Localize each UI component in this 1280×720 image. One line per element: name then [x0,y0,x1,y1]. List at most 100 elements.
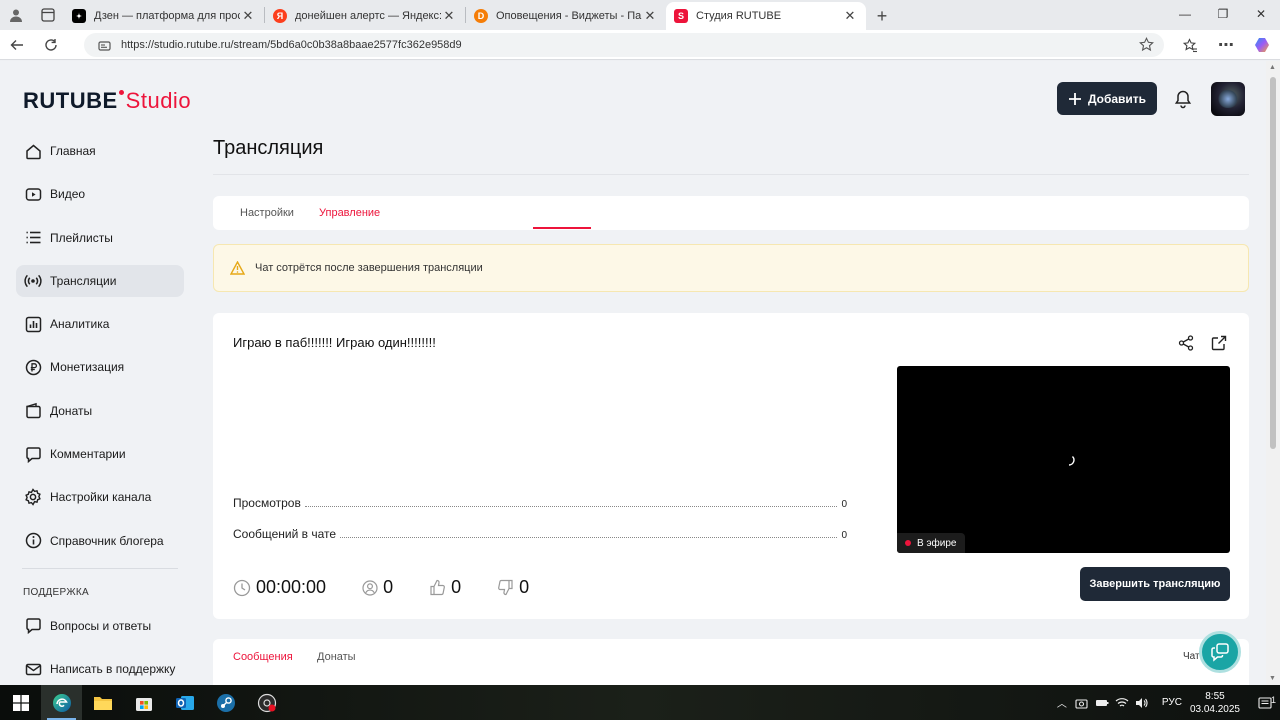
gear-icon [24,488,42,507]
tab-donations[interactable]: Донаты [317,651,356,663]
viewers-value: 0 [383,577,394,597]
window-controls: — ❐ ✕ [1166,0,1280,28]
browser-tab[interactable]: D Оповещения - Виджеты - Панель ✕ [466,2,666,30]
copilot-icon[interactable] [1244,30,1280,60]
notifications-bell-icon[interactable] [1173,89,1193,109]
camera-icon[interactable] [1072,697,1092,709]
chat-warning-banner: Чат сотрётся после завершения трансляции [213,244,1249,292]
sidebar-item-label: Трансляции [50,273,117,288]
sidebar-item-label: Аналитика [50,317,110,332]
sidebar-item-monetization[interactable]: Монетизация [16,351,184,383]
comment-icon [24,445,42,463]
sidebar-item-contact-support[interactable]: Написать в поддержку [16,653,184,685]
user-avatar[interactable] [1211,82,1245,116]
close-tab-icon[interactable]: ✕ [842,8,858,24]
close-tab-icon[interactable]: ✕ [642,8,658,24]
wifi-icon[interactable] [1112,697,1132,709]
input-language[interactable]: РУС [1162,697,1182,708]
rutube-favicon-icon: S [674,9,688,23]
more-menu-icon[interactable]: ⋯ [1208,30,1244,60]
stat-row-chat-messages: Сообщений в чате 0 [233,527,847,541]
sidebar-item-label: Настройки канала [50,490,152,505]
tab-management[interactable]: Управление [319,207,380,219]
start-icon[interactable] [0,685,41,720]
likes-value: 0 [451,577,462,597]
share-icon[interactable] [1178,335,1194,351]
plus-icon [1068,92,1081,105]
show-hidden-icons-chevron-icon[interactable]: ︿ [1052,695,1072,710]
browser-tab-strip: Дзен — платформа для просмотра ✕ Я доней… [0,0,1280,30]
obs-recording-icon[interactable] [246,685,287,720]
outlook-icon[interactable] [164,685,205,720]
volume-icon[interactable] [1132,697,1152,709]
store-icon[interactable] [123,685,164,720]
sidebar-item-home[interactable]: Главная [16,135,184,167]
maximize-icon[interactable]: ❐ [1204,0,1242,28]
info-icon [24,532,42,550]
notification-center-icon[interactable]: 1 [1250,695,1280,709]
dotted-leader [340,537,838,538]
title-divider [213,174,1249,175]
browser-tab-active[interactable]: S Студия RUTUBE ✕ [666,2,866,30]
steam-icon[interactable] [205,685,246,720]
logo-studio-text: Studio [125,88,192,113]
battery-icon[interactable] [1092,698,1112,708]
logo-dot [118,90,124,95]
page-scrollbar[interactable]: ▲ ▼ [1266,61,1280,685]
sidebar-item-label: Донаты [50,403,93,418]
sidebar-item-label: Справочник блогера [50,533,164,548]
clock[interactable]: 8:55 03.04.2025 [1190,690,1240,716]
stat-value: 0 [841,530,847,541]
tab-actions-icon[interactable] [32,0,64,30]
bookmark-star-icon[interactable] [1139,37,1154,52]
browser-tab[interactable]: Дзен — платформа для просмотра ✕ [64,2,264,30]
sidebar-item-channel-settings[interactable]: Настройки канала [16,481,184,513]
close-tab-icon[interactable]: ✕ [240,8,256,24]
live-label: В эфире [917,537,957,549]
favorites-icon[interactable] [1172,30,1208,60]
sidebar-item-playlists[interactable]: Плейлисты [16,222,184,254]
sidebar-item-video[interactable]: Видео [16,178,184,210]
support-chat-button[interactable] [1199,631,1241,673]
sidebar-item-analytics[interactable]: Аналитика [16,308,184,340]
likes-counter: 0 [429,577,461,598]
address-bar[interactable]: https://studio.rutube.ru/stream/5bd6a0c0… [84,33,1164,57]
sidebar-item-faq[interactable]: Вопросы и ответы [16,610,184,642]
sidebar-item-broadcasts[interactable]: Трансляции [16,264,184,297]
rutube-studio-logo[interactable]: RUTUBE Studio [23,88,191,114]
tab-settings[interactable]: Настройки [240,207,294,219]
browser-tab[interactable]: Я донейшен алертс — Яндекс: нашлось ✕ [265,2,465,30]
reload-icon[interactable] [34,30,68,60]
profile-icon[interactable] [0,0,32,30]
sidebar-item-label: Вопросы и ответы [50,618,152,633]
stat-row-views: Просмотров 0 [233,496,847,510]
close-tab-icon[interactable]: ✕ [441,8,457,24]
end-stream-button[interactable]: Завершить трансляцию [1080,567,1230,601]
back-icon[interactable] [0,30,34,60]
file-explorer-icon[interactable] [82,685,123,720]
dislikes-value: 0 [519,577,530,597]
stream-preview-player[interactable]: В эфире [897,366,1230,553]
scroll-down-icon[interactable]: ▼ [1269,675,1276,682]
system-tray: ︿ РУС 8:55 03.04.2025 1 [1052,685,1280,720]
tab-messages[interactable]: Сообщения [233,651,293,663]
new-tab-icon[interactable]: + [866,2,898,30]
browser-actions: ⋯ [1172,30,1280,60]
dotted-leader [304,506,838,507]
windows-taskbar: ︿ РУС 8:55 03.04.2025 1 [0,685,1280,720]
yandex-favicon-icon: Я [273,9,287,23]
sidebar-item-blogger-guide[interactable]: Справочник блогера [16,525,184,557]
sidebar-item-comments[interactable]: Комментарии [16,438,184,470]
scroll-up-icon[interactable]: ▲ [1269,64,1276,71]
scrollbar-thumb[interactable] [1270,77,1276,449]
dzen-favicon-icon [72,9,86,23]
add-button[interactable]: Добавить [1057,82,1157,115]
open-external-icon[interactable] [1211,335,1227,351]
close-window-icon[interactable]: ✕ [1242,0,1280,28]
clock-time: 8:55 [1205,690,1225,702]
url-text: https://studio.rutube.ru/stream/5bd6a0c0… [121,39,462,51]
sidebar-item-donations[interactable]: Донаты [16,395,184,427]
edge-icon[interactable] [41,685,82,720]
site-info-icon[interactable] [98,39,111,52]
minimize-icon[interactable]: — [1166,0,1204,28]
